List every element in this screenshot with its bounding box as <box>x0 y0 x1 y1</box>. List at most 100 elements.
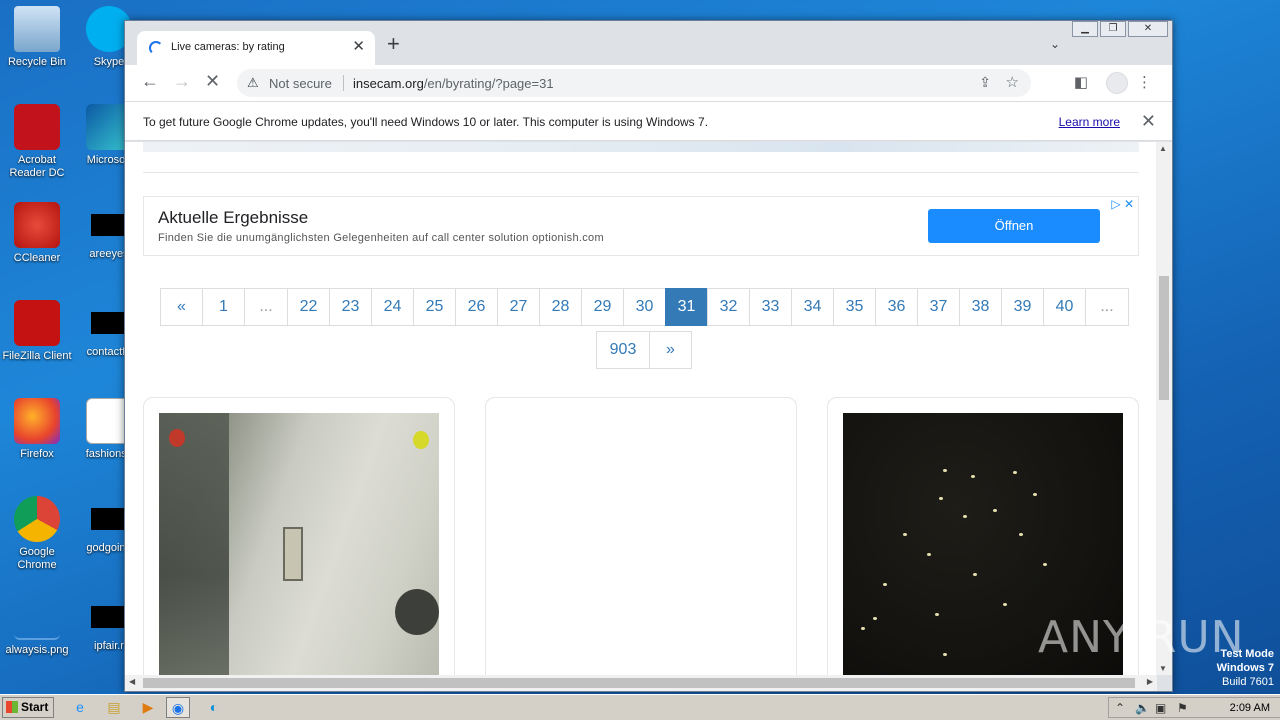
flag-tray-icon[interactable]: ⚑ <box>1177 701 1188 715</box>
chrome-window: Live cameras: by rating ✕ + ⌄ ▁ ❐ ✕ ← → … <box>124 20 1173 692</box>
page-link[interactable]: 24 <box>371 288 414 326</box>
page-link[interactable]: 1 <box>202 288 245 326</box>
side-panel-icon[interactable]: ◧ <box>1074 73 1088 91</box>
desktop-icon-10[interactable]: Google Chrome <box>0 496 74 572</box>
camera-thumbnail-1[interactable] <box>159 413 439 675</box>
learn-more-link[interactable]: Learn more <box>1059 115 1120 129</box>
tab-live-cameras[interactable]: Live cameras: by rating ✕ <box>137 31 375 65</box>
page-link[interactable]: 22 <box>287 288 330 326</box>
page-link[interactable]: ... <box>244 288 288 326</box>
desktop-icon-4[interactable]: CCleaner <box>0 202 74 265</box>
desktop-icon-label: Recycle Bin <box>7 56 67 68</box>
desktop-icon-12[interactable]: alwaysis.png <box>0 594 74 657</box>
page-link[interactable]: 26 <box>455 288 498 326</box>
page-link[interactable]: » <box>649 331 692 369</box>
close-tab-icon[interactable]: ✕ <box>352 37 365 55</box>
city-light <box>1013 471 1017 474</box>
ad-banner[interactable]: Aktuelle Ergebnisse Finden Sie die unumg… <box>143 196 1139 256</box>
city-light <box>1019 533 1023 536</box>
page-link[interactable]: 37 <box>917 288 960 326</box>
page-link[interactable]: 25 <box>413 288 456 326</box>
address-bar[interactable]: ⚠ Not secure insecam.org/en/byrating/?pa… <box>237 69 1031 97</box>
address-separator <box>343 75 344 91</box>
stop-loading-icon[interactable]: ✕ <box>205 71 220 92</box>
page-link[interactable]: 31 <box>665 288 708 326</box>
page-link[interactable]: ... <box>1085 288 1129 326</box>
valve <box>395 589 439 635</box>
test-mode-label: Test Mode Windows 7 Build 7601 <box>1217 647 1274 689</box>
page-link[interactable]: 40 <box>1043 288 1086 326</box>
ad-open-button[interactable]: Öffnen <box>928 209 1100 243</box>
scroll-down-arrow-icon[interactable]: ▼ <box>1159 664 1167 673</box>
url-host: insecam.org <box>353 76 424 91</box>
kebab-menu-icon[interactable]: ⋮ <box>1137 73 1152 91</box>
url-text[interactable]: insecam.org/en/byrating/?page=31 <box>353 76 554 91</box>
bookmark-star-icon[interactable]: ☆ <box>1006 73 1019 91</box>
city-light <box>939 497 943 500</box>
camera-card-2[interactable] <box>485 397 797 675</box>
page-link[interactable]: 36 <box>875 288 918 326</box>
horizontal-scrollbar[interactable]: ◀ ▶ <box>125 675 1157 691</box>
page-link[interactable]: 29 <box>581 288 624 326</box>
camera-card-1[interactable] <box>143 397 455 675</box>
page-link[interactable]: 28 <box>539 288 582 326</box>
new-tab-button[interactable]: + <box>387 33 400 55</box>
volume-icon[interactable]: 🔈 <box>1135 701 1150 715</box>
page-link[interactable]: 23 <box>329 288 372 326</box>
restore-button[interactable]: ❐ <box>1100 21 1126 37</box>
page-link[interactable]: 34 <box>791 288 834 326</box>
minimize-button[interactable]: ▁ <box>1072 21 1098 37</box>
desktop-app-icon <box>14 6 60 52</box>
tray-expand-icon[interactable]: ⌃ <box>1115 701 1125 715</box>
network-icon[interactable]: ▣ <box>1155 701 1166 715</box>
desktop-icon-0[interactable]: Recycle Bin <box>0 6 74 69</box>
desktop-icon-6[interactable]: FileZilla Client <box>0 300 74 363</box>
page-link[interactable]: « <box>160 288 203 326</box>
forward-arrow-icon[interactable]: → <box>173 71 191 92</box>
chrome-taskbar-icon[interactable]: ◉ <box>166 697 190 718</box>
alert-icon <box>169 429 185 447</box>
page-link[interactable]: 39 <box>1001 288 1044 326</box>
warning-triangle-icon[interactable]: ⚠ <box>247 75 259 91</box>
scroll-up-arrow-icon[interactable]: ▲ <box>1159 144 1167 153</box>
page-viewport: Aktuelle Ergebnisse Finden Sie die unumg… <box>125 142 1157 675</box>
share-icon[interactable]: ⇪ <box>979 74 991 91</box>
page-link[interactable]: 38 <box>959 288 1002 326</box>
desktop-icon-label: CCleaner <box>13 252 61 264</box>
back-arrow-icon[interactable]: ← <box>141 71 159 92</box>
page-link[interactable]: 35 <box>833 288 876 326</box>
page-link[interactable]: 27 <box>497 288 540 326</box>
taskbar-clock[interactable]: 2:09 AM <box>1230 702 1270 714</box>
page-link[interactable]: 32 <box>707 288 750 326</box>
not-secure-label[interactable]: Not secure <box>269 76 332 91</box>
city-light <box>943 469 947 472</box>
page-link[interactable]: 33 <box>749 288 792 326</box>
city-light <box>1003 603 1007 606</box>
adchoices-icon[interactable]: ▷ ✕ <box>1111 197 1134 211</box>
city-light <box>973 573 977 576</box>
close-window-button[interactable]: ✕ <box>1128 21 1168 37</box>
desktop-app-icon <box>14 496 60 542</box>
desktop-icon-8[interactable]: Firefox <box>0 398 74 461</box>
ie-icon[interactable]: e <box>68 697 92 718</box>
infobar-close-icon[interactable]: ✕ <box>1141 111 1156 132</box>
profile-avatar-icon[interactable] <box>1106 72 1128 94</box>
vertical-scrollbar[interactable]: ▲ ▼ <box>1156 142 1172 675</box>
ad-headline[interactable]: Aktuelle Ergebnisse <box>158 208 308 228</box>
desktop-icon-2[interactable]: Acrobat Reader DC <box>0 104 74 180</box>
horizontal-scroll-thumb[interactable] <box>143 678 1135 688</box>
desktop-app-icon <box>91 508 127 530</box>
media-player-icon[interactable]: ▶ <box>136 697 160 718</box>
page-link[interactable]: 30 <box>623 288 666 326</box>
edge-icon[interactable]: ◐ <box>202 697 226 718</box>
ad-subtext[interactable]: Finden Sie die unumgänglichsten Gelegenh… <box>158 232 604 244</box>
test-mode-line-2: Windows 7 <box>1216 662 1274 674</box>
explorer-folder-icon[interactable]: ▤ <box>102 697 126 718</box>
start-button[interactable]: Start <box>2 697 54 718</box>
windows-flag-icon <box>6 701 18 713</box>
scroll-left-arrow-icon[interactable]: ◀ <box>129 677 135 686</box>
scroll-right-arrow-icon[interactable]: ▶ <box>1147 677 1153 686</box>
vertical-scroll-thumb[interactable] <box>1159 276 1169 400</box>
page-link[interactable]: 903 <box>596 331 650 369</box>
tab-search-chevron-icon[interactable]: ⌄ <box>1050 37 1060 51</box>
